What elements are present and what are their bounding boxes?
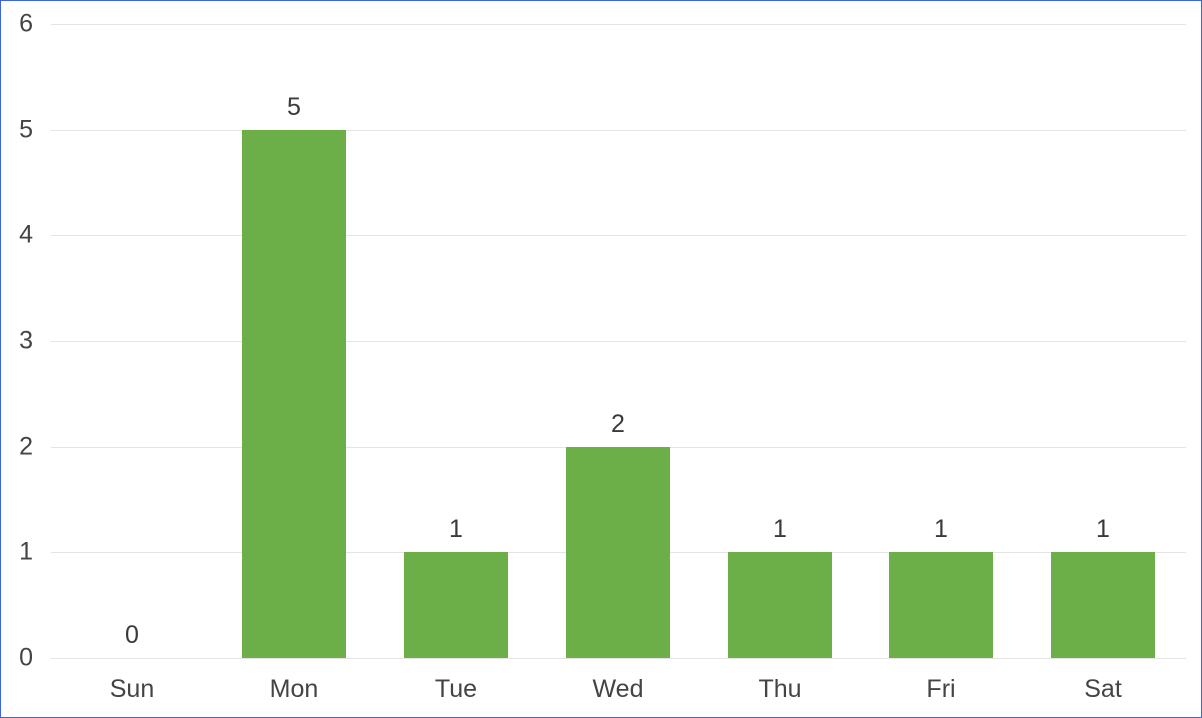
- bar-sat[interactable]: [1051, 552, 1155, 658]
- bar-value-label-tue: 1: [449, 515, 463, 543]
- y-axis-tick-4: 4: [19, 220, 33, 249]
- gridline-6: [51, 24, 1186, 25]
- y-axis-tick-5: 5: [19, 115, 33, 144]
- bar-mon[interactable]: [242, 130, 346, 658]
- bar-chart-canvas: 0 1 2 3 4 5 6 0 5 1 2 1 1 1 Sun Mon Tue …: [0, 0, 1202, 718]
- x-axis-label-sun: Sun: [109, 675, 155, 703]
- x-axis-label-tue: Tue: [434, 675, 478, 703]
- bar-fri[interactable]: [889, 552, 993, 658]
- bar-thu[interactable]: [728, 552, 832, 658]
- bar-wed[interactable]: [566, 447, 670, 658]
- x-axis-label-sat: Sat: [1084, 675, 1122, 703]
- gridline-4: [51, 235, 1186, 236]
- x-axis-label-fri: Fri: [926, 675, 956, 703]
- bar-value-label-wed: 2: [611, 410, 625, 438]
- gridline-3: [51, 341, 1186, 342]
- y-axis-tick-1: 1: [19, 537, 33, 566]
- y-axis-tick-6: 6: [19, 9, 33, 38]
- plot-area: 0 1 2 3 4 5 6 0 5 1 2 1 1 1 Sun Mon Tue …: [1, 1, 1201, 717]
- y-axis-tick-2: 2: [19, 432, 33, 461]
- x-axis-label-mon: Mon: [269, 675, 319, 703]
- y-axis-tick-3: 3: [19, 326, 33, 355]
- gridline-5: [51, 130, 1186, 131]
- bar-value-label-fri: 1: [934, 515, 948, 543]
- bar-value-label-sun: 0: [125, 621, 139, 649]
- gridline-0: [51, 658, 1186, 659]
- bar-value-label-mon: 5: [287, 93, 301, 121]
- x-axis-label-thu: Thu: [758, 675, 802, 703]
- y-axis-tick-0: 0: [19, 643, 33, 672]
- bar-value-label-sat: 1: [1096, 515, 1110, 543]
- bar-tue[interactable]: [404, 552, 508, 658]
- bar-value-label-thu: 1: [773, 515, 787, 543]
- x-axis-label-wed: Wed: [592, 675, 644, 703]
